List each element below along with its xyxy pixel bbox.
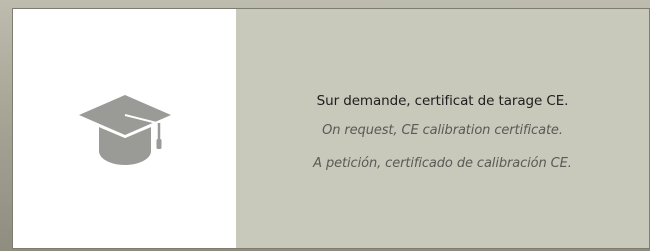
french-text: Sur demande, certificat de tarage CE. bbox=[316, 92, 569, 109]
spanish-text: A petición, certificado de calibración C… bbox=[313, 155, 572, 171]
icon-panel bbox=[13, 9, 236, 248]
graduation-cap-icon bbox=[77, 85, 173, 172]
background: Sur demande, certificat de tarage CE. On… bbox=[0, 0, 650, 251]
english-text: On request, CE calibration certificate. bbox=[322, 122, 563, 138]
text-panel: Sur demande, certificat de tarage CE. On… bbox=[236, 9, 649, 248]
info-card: Sur demande, certificat de tarage CE. On… bbox=[12, 8, 650, 249]
